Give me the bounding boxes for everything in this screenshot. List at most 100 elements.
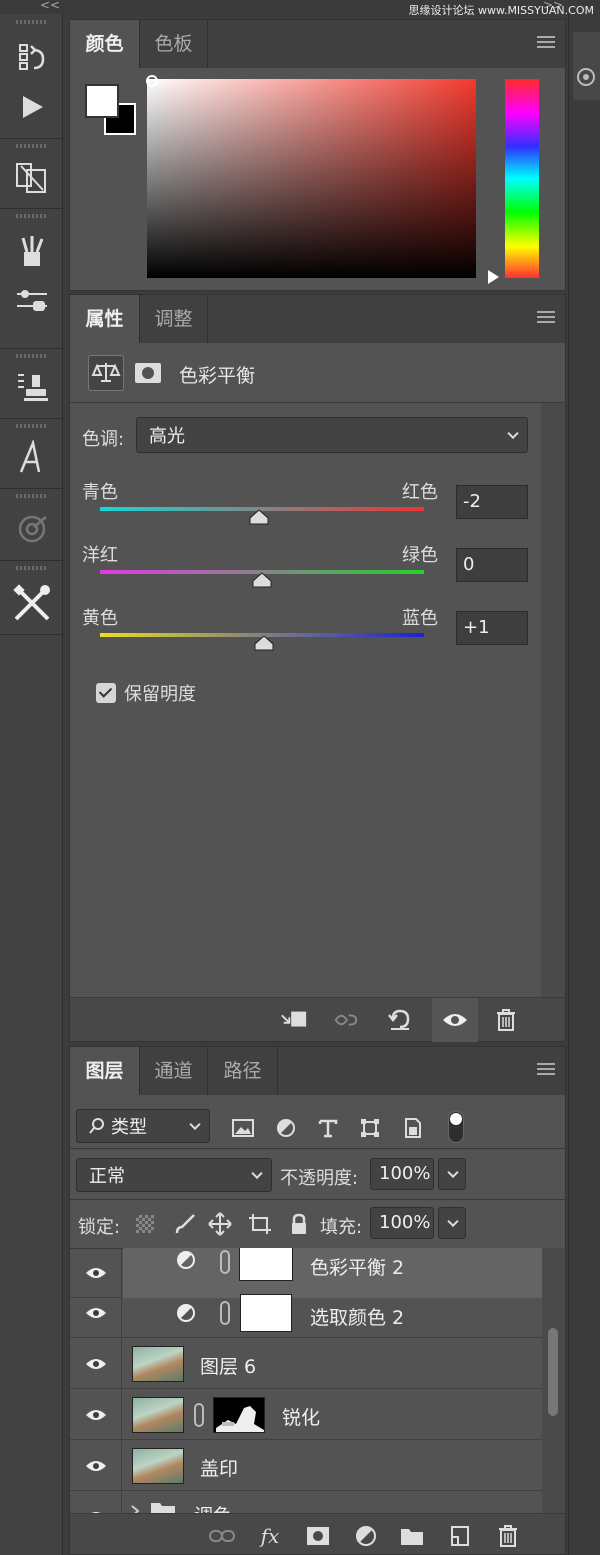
- toolbar-grip[interactable]: [16, 20, 46, 24]
- scroll-thumb[interactable]: [548, 1328, 558, 1416]
- tone-dropdown[interactable]: 高光: [136, 417, 528, 453]
- visibility-toggle[interactable]: [70, 1288, 122, 1338]
- 3d-tool[interactable]: [0, 506, 63, 552]
- layer-thumbnail[interactable]: [132, 1397, 184, 1433]
- filter-toggle-switch[interactable]: [448, 1111, 464, 1143]
- lock-all-icon[interactable]: [290, 1213, 308, 1235]
- layer-mask-icon[interactable]: [130, 355, 166, 391]
- actions-tool[interactable]: [0, 84, 63, 130]
- layer-name[interactable]: 锐化: [282, 1403, 320, 1430]
- adjustment-filter-icon[interactable]: [276, 1118, 296, 1138]
- layer-name[interactable]: 图层 6: [200, 1352, 256, 1379]
- opacity-dropdown[interactable]: [438, 1158, 466, 1190]
- magenta-green-slider-thumb[interactable]: [252, 572, 272, 588]
- new-group-icon[interactable]: [398, 1522, 426, 1550]
- layer-name[interactable]: 调色: [194, 1501, 232, 1513]
- tab-properties[interactable]: 属性: [70, 295, 140, 343]
- toggle-visibility-icon[interactable]: [432, 998, 478, 1042]
- filter-type-dropdown[interactable]: 类型: [76, 1109, 210, 1143]
- color-balance-icon[interactable]: [88, 355, 124, 391]
- toolbar-grip[interactable]: [16, 424, 46, 428]
- toolbar-grip[interactable]: [16, 214, 46, 218]
- lock-artboard-icon[interactable]: [248, 1213, 272, 1235]
- layer-thumbnail[interactable]: [132, 1448, 184, 1484]
- layer-name[interactable]: 色彩平衡 2: [310, 1253, 404, 1280]
- panel-menu-icon[interactable]: [537, 1063, 555, 1077]
- fill-dropdown[interactable]: [438, 1207, 466, 1239]
- delete-icon[interactable]: [492, 1006, 520, 1034]
- chevron-right-icon[interactable]: [130, 1504, 140, 1513]
- paragraph-styles-tool[interactable]: [0, 364, 63, 410]
- foreground-color-swatch[interactable]: [85, 84, 119, 118]
- image-filter-icon[interactable]: [232, 1119, 254, 1137]
- layer-thumbnail[interactable]: [132, 1346, 184, 1382]
- toolbar-grip[interactable]: [16, 566, 46, 570]
- delete-layer-icon[interactable]: [494, 1522, 522, 1550]
- visibility-toggle[interactable]: [70, 1390, 122, 1440]
- cyan-red-value-input[interactable]: -2: [456, 485, 528, 519]
- layer-name[interactable]: 盖印: [200, 1454, 238, 1481]
- magenta-green-value-input[interactable]: 0: [456, 548, 528, 582]
- tab-adjustments[interactable]: 调整: [140, 295, 208, 343]
- hue-slider-marker[interactable]: [488, 270, 499, 284]
- color-picker-field[interactable]: [147, 79, 476, 278]
- layer-row[interactable]: 图层 6: [70, 1339, 542, 1389]
- clone-source-tool[interactable]: [0, 154, 63, 200]
- panel-menu-icon[interactable]: [537, 311, 555, 325]
- color-picker-handle[interactable]: [146, 75, 158, 87]
- tab-paths[interactable]: 路径: [208, 1047, 278, 1095]
- collapse-left-button[interactable]: <<: [40, 0, 60, 12]
- visibility-toggle[interactable]: [70, 1492, 122, 1513]
- lock-position-icon[interactable]: [208, 1212, 232, 1236]
- link-layers-icon[interactable]: [208, 1522, 236, 1550]
- layer-mask-thumbnail[interactable]: [239, 1248, 293, 1281]
- visibility-toggle[interactable]: [70, 1441, 122, 1491]
- toolbar-grip[interactable]: [16, 354, 46, 358]
- tab-color[interactable]: 颜色: [70, 20, 140, 68]
- layer-name[interactable]: 选取颜色 2: [310, 1303, 404, 1330]
- toolbar-grip[interactable]: [16, 144, 46, 148]
- layers-scrollbar[interactable]: [542, 1248, 565, 1513]
- tools-tool[interactable]: [0, 580, 63, 626]
- layer-style-button[interactable]: fx: [256, 1522, 284, 1550]
- layer-row[interactable]: 选取颜色 2: [70, 1288, 542, 1338]
- tool-presets-tool[interactable]: [0, 278, 63, 324]
- type-filter-icon[interactable]: [318, 1118, 338, 1138]
- visibility-toggle[interactable]: [70, 1339, 122, 1389]
- layer-row[interactable]: 盖印: [70, 1441, 542, 1491]
- history-tool[interactable]: [0, 34, 63, 80]
- view-previous-icon[interactable]: [332, 1006, 360, 1034]
- layer-mask-thumbnail[interactable]: [213, 1397, 265, 1433]
- panel-menu-icon[interactable]: [537, 36, 555, 50]
- cyan-red-slider-thumb[interactable]: [249, 509, 269, 525]
- properties-scrollbar[interactable]: [541, 403, 565, 997]
- link-icon[interactable]: [220, 1301, 230, 1325]
- yellow-blue-slider-thumb[interactable]: [254, 635, 274, 651]
- new-layer-icon[interactable]: [446, 1522, 474, 1550]
- hue-slider[interactable]: [505, 79, 539, 278]
- yellow-blue-value-input[interactable]: +1: [456, 611, 528, 645]
- smart-object-filter-icon[interactable]: [404, 1117, 422, 1139]
- lock-pixels-icon[interactable]: [174, 1213, 196, 1235]
- link-icon[interactable]: [194, 1403, 204, 1427]
- brush-presets-tool[interactable]: [0, 228, 63, 274]
- layer-row[interactable]: 锐化: [70, 1390, 542, 1440]
- lock-transparent-icon[interactable]: [136, 1215, 154, 1233]
- tab-channels[interactable]: 通道: [140, 1047, 208, 1095]
- shape-filter-icon[interactable]: [360, 1118, 380, 1138]
- toolbar-grip[interactable]: [16, 494, 46, 498]
- clip-to-layer-icon[interactable]: [280, 1006, 308, 1034]
- fill-input[interactable]: 100%: [370, 1207, 434, 1239]
- preserve-luminosity-checkbox[interactable]: [96, 683, 116, 703]
- character-tool[interactable]: [0, 434, 63, 480]
- layer-mask-thumbnail[interactable]: [240, 1294, 292, 1332]
- dock-item[interactable]: [573, 32, 600, 100]
- blend-mode-dropdown[interactable]: 正常: [76, 1158, 272, 1192]
- opacity-input[interactable]: 100%: [370, 1158, 434, 1190]
- reset-icon[interactable]: [386, 1006, 414, 1034]
- new-adjustment-icon[interactable]: [352, 1522, 380, 1550]
- add-mask-icon[interactable]: [304, 1522, 332, 1550]
- tab-swatches[interactable]: 色板: [140, 20, 208, 68]
- link-icon[interactable]: [220, 1250, 230, 1274]
- tab-layers[interactable]: 图层: [70, 1047, 140, 1095]
